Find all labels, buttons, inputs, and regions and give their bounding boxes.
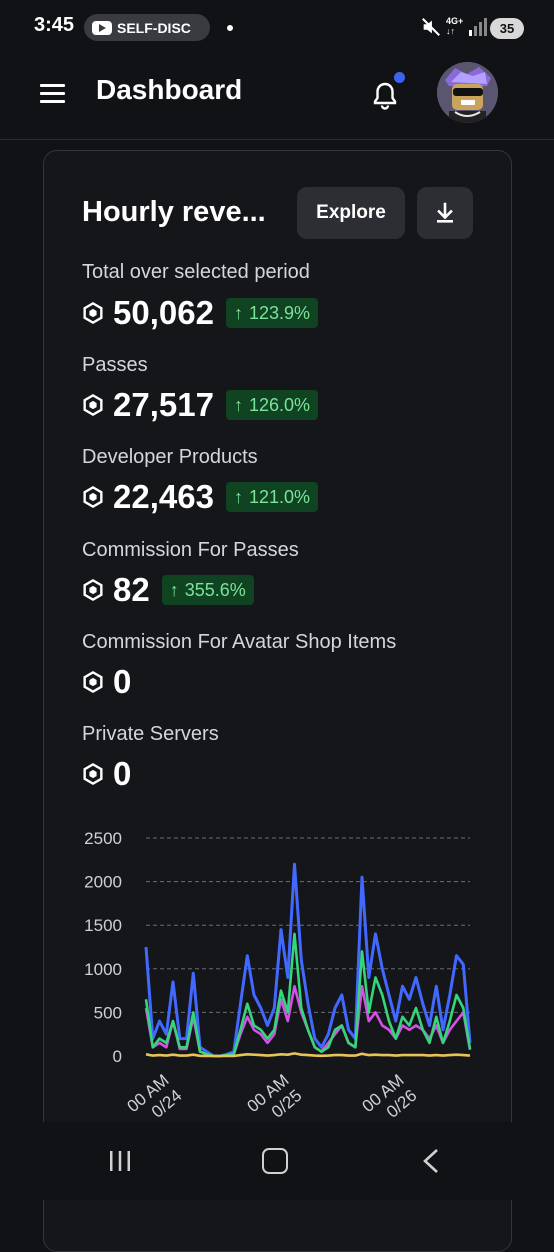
metric-label-passes: Passes <box>82 354 148 376</box>
mute-icon <box>422 18 440 36</box>
metric-value: 82 <box>113 571 150 608</box>
metric-private-servers: 0 <box>82 754 143 794</box>
avatar-image <box>437 62 498 123</box>
y-tick-label: 2500 <box>84 829 122 848</box>
y-tick-label: 2000 <box>84 873 122 892</box>
metric-value: 0 <box>113 663 132 700</box>
metric-value: 50,062 <box>113 294 214 331</box>
change-badge: ↑ 123.9% <box>225 298 318 328</box>
status-bar: 3:45 SELF-DISC 4G+ ↓↑ 35 <box>0 0 554 56</box>
metric-commission-avatar-shop: 0 <box>82 662 143 702</box>
metric-total: 50,062 ↑ 123.9% <box>82 293 318 333</box>
metric-label-commission-passes: Commission For Passes <box>82 539 299 561</box>
metric-label-private-servers: Private Servers <box>82 723 219 745</box>
download-button[interactable] <box>417 187 473 239</box>
metric-label-commission-avatar-shop: Commission For Avatar Shop Items <box>82 631 397 653</box>
app-header: Dashboard <box>0 56 554 140</box>
y-tick-label: 0 <box>113 1047 122 1066</box>
robux-icon <box>83 486 103 508</box>
bell-icon[interactable] <box>371 80 399 110</box>
battery-indicator: 35 <box>490 18 524 39</box>
explore-button[interactable]: Explore <box>297 187 405 239</box>
metric-developer-products: 22,463 ↑ 121.0% <box>82 477 318 517</box>
download-icon <box>437 202 453 223</box>
y-tick-label: 1500 <box>84 916 122 935</box>
robux-icon <box>83 394 103 416</box>
card-title: Hourly reve... <box>82 196 266 228</box>
metric-value: 22,463 <box>113 478 214 515</box>
status-time: 3:45 <box>34 14 75 36</box>
metric-label-total: Total over selected period <box>82 261 310 283</box>
back-icon[interactable] <box>420 1148 442 1174</box>
robux-icon <box>83 302 103 324</box>
media-notification-text: SELF-DISC <box>117 19 191 36</box>
notification-badge <box>394 72 405 83</box>
y-tick-label: 500 <box>94 1003 122 1022</box>
metric-value: 0 <box>113 755 132 792</box>
media-notification-pill[interactable]: SELF-DISC <box>84 14 210 41</box>
home-icon[interactable] <box>262 1148 288 1174</box>
robux-icon <box>83 763 103 785</box>
metric-passes: 27,517 ↑ 126.0% <box>82 385 318 425</box>
youtube-icon <box>92 20 112 35</box>
series-line-3 <box>145 1052 471 1058</box>
robux-icon <box>83 579 103 601</box>
y-tick-label: 1000 <box>84 960 122 979</box>
metric-value: 27,517 <box>113 386 214 423</box>
page-title: Dashboard <box>96 74 243 105</box>
change-badge: ↑ 121.0% <box>225 482 318 512</box>
change-badge: ↑ 126.0% <box>225 390 318 420</box>
change-badge: ↑ 355.6% <box>161 575 254 605</box>
hourly-revenue-chart[interactable]: 2500200015001000500000 AM0/24 00 AM0/25 00… <box>60 820 490 1140</box>
network-type: 4G+ ↓↑ <box>446 16 464 36</box>
notification-dot-icon <box>227 25 233 31</box>
metric-label-developer-products: Developer Products <box>82 446 258 468</box>
avatar[interactable] <box>437 62 498 123</box>
metric-commission-passes: 82 ↑ 355.6% <box>82 570 254 610</box>
recent-apps-icon[interactable] <box>108 1150 132 1172</box>
robux-icon <box>83 671 103 693</box>
menu-icon[interactable] <box>40 84 65 104</box>
signal-icon <box>469 18 487 36</box>
